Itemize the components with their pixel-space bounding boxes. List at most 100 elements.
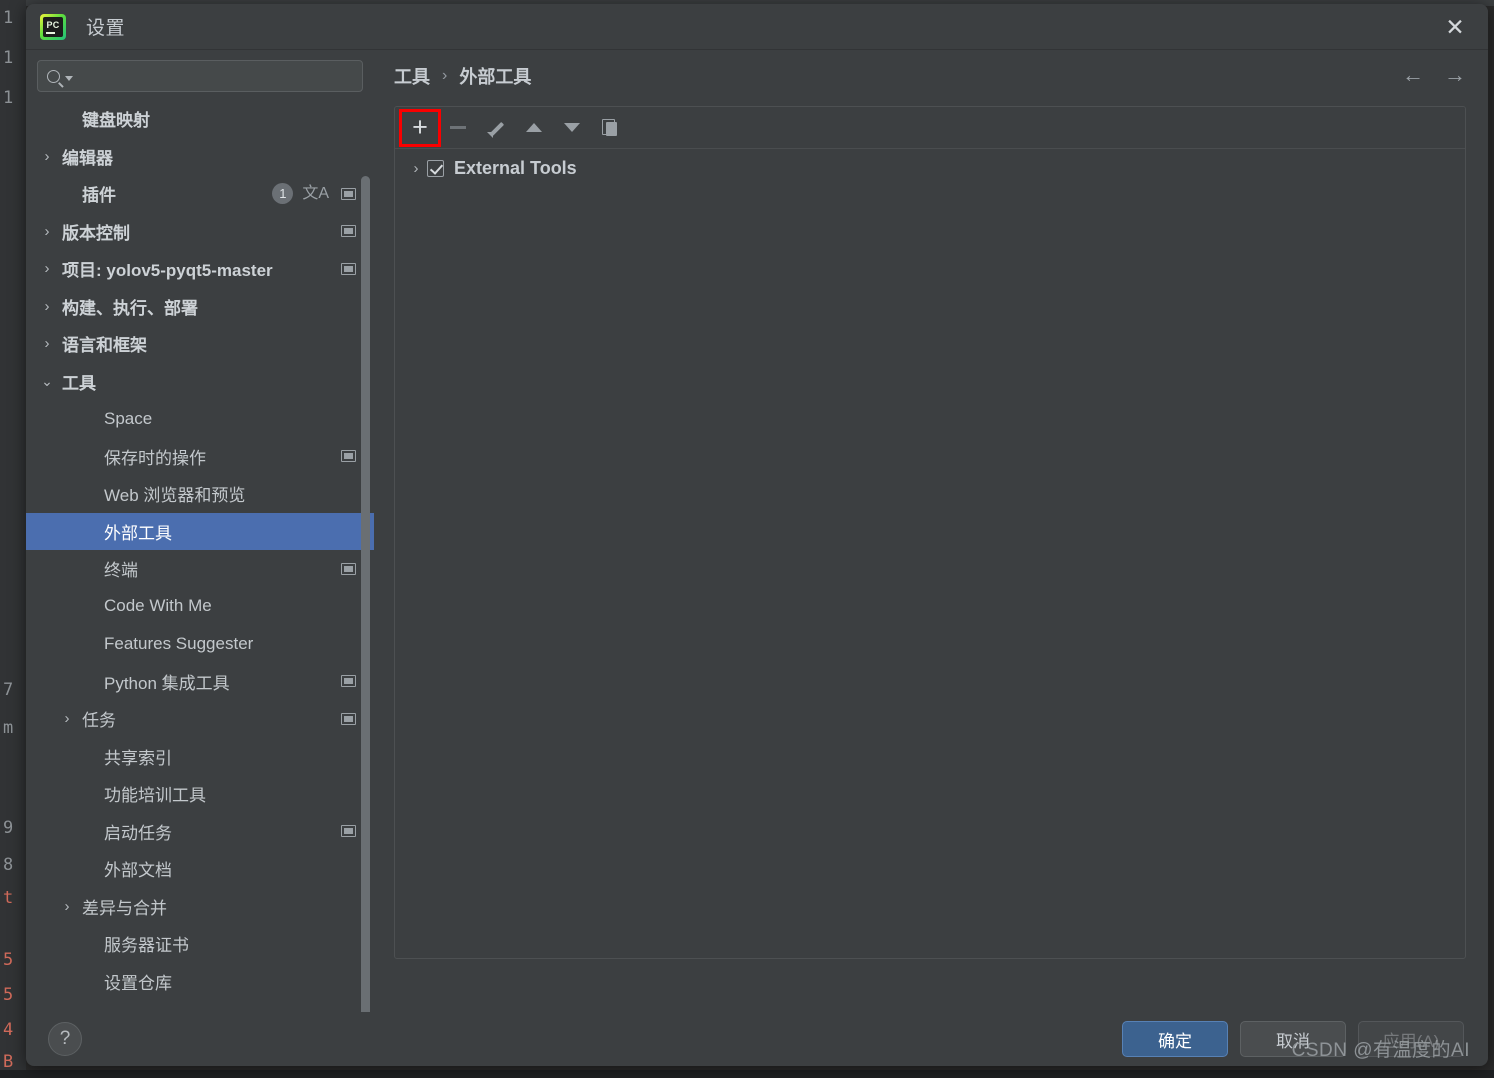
remove-button: [439, 111, 477, 145]
sidebar-item-8[interactable]: Space: [26, 400, 374, 438]
plus-icon: +: [412, 112, 428, 142]
sidebar-item-icons: 1 文A: [272, 183, 356, 205]
chevron-right-icon[interactable]: ›: [40, 261, 54, 276]
sidebar-item-label: 语言和框架: [62, 336, 147, 356]
sidebar-item-10[interactable]: Web 浏览器和预览: [26, 475, 374, 513]
sidebar-item-label: Python 集成工具: [104, 673, 230, 693]
sidebar-item-2[interactable]: 插件 1 文A: [26, 175, 374, 213]
sidebar-item-label: 版本控制: [62, 223, 130, 243]
sidebar-item-icons: [329, 712, 356, 725]
tree-row[interactable]: › External Tools: [395, 149, 1465, 187]
sidebar-item-label: 插件: [82, 186, 116, 206]
chevron-right-icon[interactable]: ›: [40, 299, 54, 314]
gutter-line-3: 7: [3, 680, 14, 700]
screen-icon: [341, 450, 356, 463]
gutter-line-8: 5: [3, 950, 14, 970]
gutter-line-10: 4: [3, 1020, 14, 1040]
sidebar-item-label: 启动任务: [104, 823, 172, 843]
chevron-right-icon[interactable]: ›: [60, 899, 74, 914]
screen-icon: [341, 225, 356, 238]
external-tools-panel: + › External Tools: [394, 106, 1466, 959]
settings-dialog: PC 设置 ✕ 键盘映射 › 编辑器插件 1 文A › 版本控制 › 项目: yolov5-py…: [26, 4, 1488, 1066]
sidebar-item-label: 外部工具: [104, 523, 172, 543]
settings-main-panel: 工具 › 外部工具 ← → + › External Tools: [374, 50, 1488, 1012]
close-icon[interactable]: ✕: [1440, 12, 1470, 42]
sidebar-item-label: 项目: yolov5-pyqt5-master: [62, 261, 273, 281]
chevron-down-icon[interactable]: [65, 75, 73, 81]
sidebar-item-label: 键盘映射: [82, 111, 150, 131]
screen-icon: [341, 675, 356, 688]
sidebar-item-19[interactable]: 启动任务: [26, 813, 374, 851]
sidebar-item-label: 编辑器: [62, 148, 113, 168]
search-container: [26, 50, 374, 100]
dialog-footer: ? 确定 取消 应用(A) CSDN @有温度的AI: [26, 1012, 1488, 1066]
sidebar-item-17[interactable]: 共享索引: [26, 738, 374, 776]
gutter-line-0: 1: [3, 8, 14, 28]
screen-icon: [341, 262, 356, 275]
sidebar-item-20[interactable]: 外部文档: [26, 850, 374, 888]
sidebar-item-label: Features Suggester: [104, 633, 254, 653]
chevron-down-icon[interactable]: ⌄: [40, 374, 54, 388]
breadcrumb-parent[interactable]: 工具: [394, 63, 430, 89]
sidebar-item-1[interactable]: › 编辑器: [26, 138, 374, 176]
sidebar-item-16[interactable]: › 任务: [26, 700, 374, 738]
sidebar-item-label: 工具: [62, 373, 96, 393]
search-input[interactable]: [81, 67, 353, 85]
gutter-line-6: 8: [3, 855, 14, 875]
sidebar-item-icons: [329, 450, 356, 463]
sidebar-item-3[interactable]: › 版本控制: [26, 213, 374, 251]
chevron-right-icon[interactable]: ›: [405, 160, 427, 177]
sidebar-item-label: 终端: [104, 561, 138, 581]
pycharm-logo-icon: PC: [40, 13, 66, 40]
dialog-titlebar: PC 设置 ✕: [26, 4, 1488, 50]
taskbar: [0, 1070, 1494, 1078]
sidebar-item-label: 任务: [82, 711, 116, 731]
sidebar-item-11[interactable]: 外部工具: [26, 512, 374, 550]
sidebar-scrollbar-track[interactable]: [361, 108, 370, 1012]
chevron-right-icon[interactable]: ›: [40, 336, 54, 351]
search-box[interactable]: [37, 60, 363, 92]
sidebar-item-label: 保存时的操作: [104, 448, 206, 468]
chevron-right-icon[interactable]: ›: [60, 711, 74, 726]
sidebar-item-4[interactable]: › 项目: yolov5-pyqt5-master: [26, 250, 374, 288]
screen-icon: [341, 825, 356, 838]
sidebar-item-18[interactable]: 功能培训工具: [26, 775, 374, 813]
gutter-line-4: m: [3, 718, 14, 738]
watermark: CSDN @有温度的AI: [1291, 1040, 1470, 1061]
settings-sidebar: 键盘映射 › 编辑器插件 1 文A › 版本控制 › 项目: yolov5-pyqt5-mast…: [26, 50, 374, 1012]
external-tools-checkbox[interactable]: [427, 159, 444, 177]
dialog-title: 设置: [86, 18, 126, 39]
arrow-right-icon[interactable]: →: [1444, 64, 1466, 86]
sidebar-item-9[interactable]: 保存时的操作: [26, 438, 374, 476]
sidebar-item-5[interactable]: › 构建、执行、部署: [26, 288, 374, 326]
sidebar-item-13[interactable]: Code With Me: [26, 588, 374, 626]
sidebar-item-21[interactable]: › 差异与合并: [26, 888, 374, 926]
sidebar-item-23[interactable]: 设置仓库: [26, 963, 374, 1001]
minus-icon: [450, 126, 466, 129]
chevron-right-icon[interactable]: ›: [40, 149, 54, 164]
chevron-right-icon[interactable]: ›: [40, 224, 54, 239]
sidebar-scrollbar-thumb[interactable]: [361, 176, 370, 1012]
sidebar-item-label: 功能培训工具: [104, 786, 206, 806]
sidebar-item-6[interactable]: › 语言和框架: [26, 325, 374, 363]
help-icon[interactable]: ?: [48, 1022, 82, 1056]
dialog-body: 键盘映射 › 编辑器插件 1 文A › 版本控制 › 项目: yolov5-pyqt5-mast…: [26, 50, 1488, 1012]
add-button[interactable]: +: [399, 108, 441, 147]
sidebar-item-label: 构建、执行、部署: [62, 298, 198, 318]
screen-icon: [341, 712, 356, 725]
sidebar-item-7[interactable]: ⌄ 工具: [26, 363, 374, 401]
sidebar-item-0[interactable]: 键盘映射: [26, 100, 374, 138]
sidebar-item-12[interactable]: 终端: [26, 550, 374, 588]
copy-button: [591, 111, 629, 145]
gutter-line-1: 1: [3, 48, 14, 68]
sidebar-item-14[interactable]: Features Suggester: [26, 625, 374, 663]
sidebar-item-label: 差异与合并: [82, 898, 167, 918]
sidebar-item-22[interactable]: 服务器证书: [26, 925, 374, 963]
sidebar-item-15[interactable]: Python 集成工具: [26, 663, 374, 701]
arrow-left-icon[interactable]: ←: [1402, 64, 1424, 86]
ok-button[interactable]: 确定: [1122, 1021, 1228, 1057]
move-up-button: [515, 111, 553, 145]
sidebar-item-label: 外部文档: [104, 861, 172, 881]
sidebar-tree: 键盘映射 › 编辑器插件 1 文A › 版本控制 › 项目: yolov5-pyqt5-mast…: [26, 100, 374, 1000]
copy-icon: [602, 119, 618, 136]
